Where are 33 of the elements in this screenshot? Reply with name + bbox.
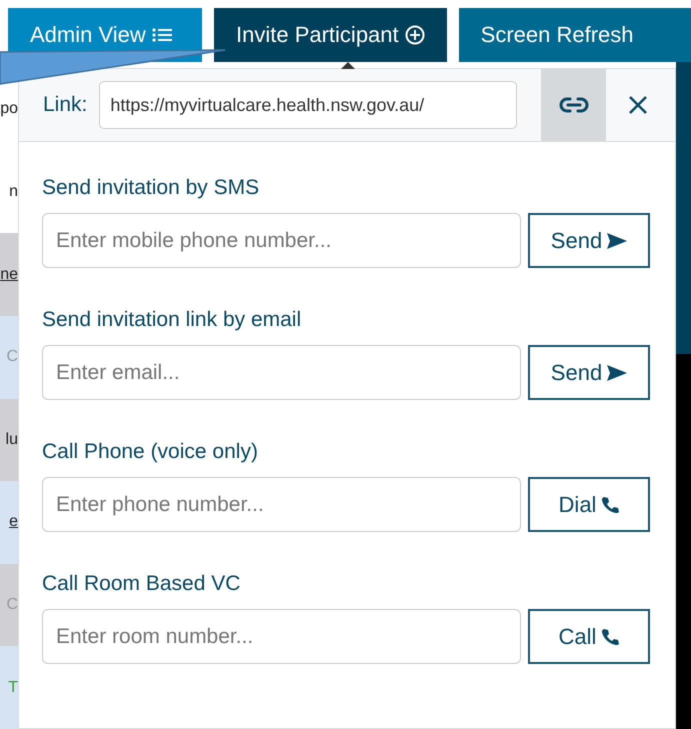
section-title: Call Room Based VC — [42, 572, 242, 596]
background-text: e — [9, 513, 18, 532]
phone-icon — [601, 628, 620, 646]
send-icon — [607, 364, 628, 380]
link-icon — [558, 97, 589, 113]
action-button[interactable]: Dial — [528, 477, 650, 532]
background-text: lu — [6, 430, 18, 449]
link-label: Link: — [43, 93, 88, 117]
input-field[interactable]: Enter phone number... — [42, 477, 521, 532]
action-button[interactable]: Send — [528, 345, 650, 400]
section-title: Send invitation by SMS — [42, 176, 260, 200]
toolbar-button[interactable]: Screen Refresh — [458, 8, 691, 62]
close-icon — [628, 95, 648, 115]
input-field[interactable]: Enter mobile phone number... — [42, 213, 521, 268]
link-field[interactable]: https://myvirtualcare.health.nsw.gov.au/ — [99, 81, 518, 129]
section-title: Call Phone (voice only) — [42, 440, 259, 464]
add-icon — [404, 25, 425, 45]
background-text: T — [8, 678, 18, 697]
copy-link-button[interactable] — [541, 69, 606, 141]
action-button[interactable]: Send — [528, 213, 650, 268]
toolbar-button[interactable]: Invite Participant — [214, 8, 447, 62]
background-text: C — [6, 348, 18, 366]
background-text: po — [0, 100, 18, 118]
background-text: ne — [0, 266, 18, 284]
list-icon — [152, 27, 172, 43]
phone-icon — [601, 496, 620, 514]
input-field[interactable]: Enter room number... — [42, 609, 521, 664]
send-icon — [607, 232, 628, 248]
action-button[interactable]: Call — [528, 609, 650, 664]
section-title: Send invitation link by email — [42, 308, 302, 332]
input-field[interactable]: Enter email... — [42, 345, 521, 400]
background-text: C — [6, 596, 18, 614]
background-text: n — [9, 182, 18, 201]
